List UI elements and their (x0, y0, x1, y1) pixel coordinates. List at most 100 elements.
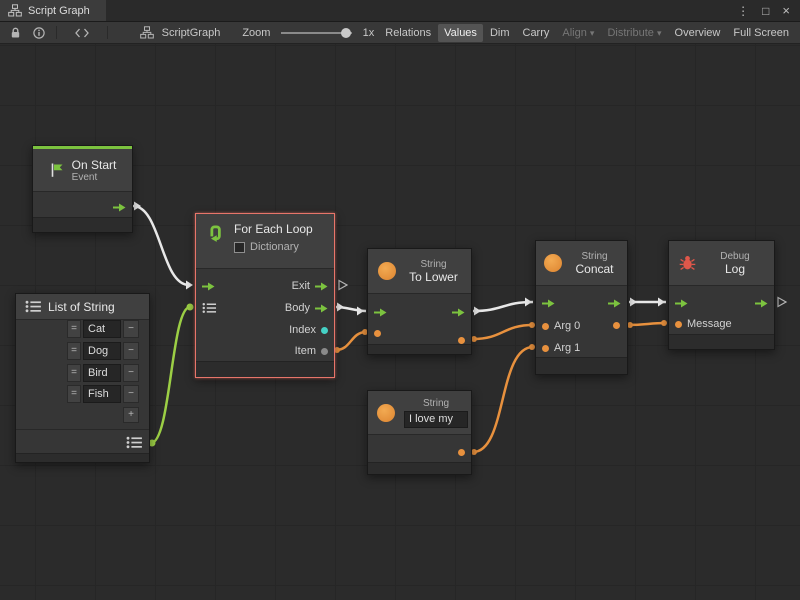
distribute-dropdown[interactable]: Distribute ▾ (601, 24, 667, 42)
node-footer (368, 462, 471, 474)
dictionary-checkbox[interactable] (234, 242, 245, 253)
close-icon[interactable]: × (782, 4, 790, 17)
body-port-label: Body (285, 302, 310, 314)
string-in-port[interactable] (374, 330, 381, 337)
arg0-label: Arg 0 (554, 320, 580, 332)
zoom-slider[interactable] (281, 32, 351, 34)
wire-tolower-to-concat-flow[interactable] (473, 302, 533, 311)
node-debug-log[interactable]: Debug Log Message (668, 240, 775, 350)
value-out-port[interactable] (458, 449, 465, 456)
remove-item-button[interactable]: − (123, 320, 139, 338)
code-icon[interactable] (63, 22, 101, 43)
node-title: For Each Loop (234, 222, 313, 236)
log-unconnected-arrow[interactable] (778, 298, 786, 307)
drag-handle-icon[interactable]: = (67, 364, 81, 382)
exit-flow-out-port[interactable] (315, 282, 328, 291)
string-value-field[interactable] (404, 411, 468, 428)
remove-item-button[interactable]: − (123, 364, 139, 382)
node-for-each-loop[interactable]: For Each Loop Dictionary Exit (195, 213, 335, 378)
maximize-icon[interactable]: □ (762, 5, 769, 17)
wire-concat-to-message[interactable] (629, 323, 665, 325)
node-string-literal[interactable]: String (367, 390, 472, 475)
wire-end-arrow (525, 298, 532, 307)
node-to-lower[interactable]: String To Lower (367, 248, 472, 355)
drag-handle-icon[interactable]: = (67, 320, 81, 338)
flow-in-port[interactable] (675, 299, 688, 308)
node-footer (196, 361, 334, 377)
list-item-field[interactable] (83, 364, 121, 382)
graph-canvas[interactable]: On Start Event (0, 44, 800, 600)
node-concat[interactable]: String Concat Arg 0 (535, 240, 628, 375)
flow-out-port[interactable] (452, 308, 465, 317)
flow-out-port[interactable] (113, 203, 126, 212)
wire-end-arrow (357, 307, 364, 316)
chevron-down-icon: ▾ (657, 28, 662, 38)
flow-in-port[interactable] (542, 299, 555, 308)
message-in-port[interactable] (675, 321, 682, 328)
node-title: Log (706, 262, 764, 276)
node-category: String (404, 398, 468, 409)
align-dropdown[interactable]: Align ▾ (556, 24, 600, 42)
carry-button[interactable]: Carry (517, 24, 556, 42)
list-in-port[interactable] (202, 302, 217, 314)
info-icon[interactable] (28, 22, 50, 43)
arg1-in-port[interactable] (542, 345, 549, 352)
drag-handle-icon[interactable]: = (67, 342, 81, 360)
window-menu-icon[interactable]: ⋮ (737, 5, 749, 17)
title-drag-area[interactable] (106, 0, 737, 21)
wire-literal-to-arg1[interactable] (473, 347, 533, 452)
wire-end-arrow (630, 298, 637, 307)
wire-item-to-tolower[interactable] (336, 332, 366, 350)
dim-button[interactable]: Dim (484, 24, 516, 42)
node-footer (536, 357, 627, 374)
string-icon (377, 404, 395, 422)
lock-icon[interactable] (5, 22, 26, 43)
dictionary-label: Dictionary (250, 241, 299, 253)
node-footer (669, 334, 774, 349)
item-port-label: Item (295, 345, 316, 357)
wire-onstart-to-foreach[interactable] (133, 206, 189, 285)
flow-in-port[interactable] (202, 282, 215, 291)
node-list-of-string[interactable]: List of String = − = − = − = − (15, 293, 150, 463)
remove-item-button[interactable]: − (123, 385, 139, 403)
relations-button[interactable]: Relations (379, 24, 437, 42)
remove-item-button[interactable]: − (123, 342, 139, 360)
wire-end-arrow (658, 298, 665, 307)
add-item-button[interactable]: + (123, 407, 139, 423)
overview-button[interactable]: Overview (669, 24, 727, 42)
index-out-port[interactable] (321, 327, 328, 334)
list-item-field[interactable] (83, 385, 121, 403)
zoom-label: Zoom (239, 27, 273, 39)
full-screen-button[interactable]: Full Screen (727, 24, 795, 42)
exit-port-label: Exit (292, 280, 310, 292)
drag-handle-icon[interactable]: = (67, 385, 81, 403)
wire-list-to-foreach[interactable] (151, 307, 190, 443)
wire-end-dot (661, 320, 667, 326)
script-graph-tab[interactable]: Script Graph (0, 0, 106, 21)
node-on-start[interactable]: On Start Event (32, 145, 133, 233)
unity-script-graph-window: Script Graph ⋮ □ × (0, 0, 800, 600)
flow-in-port[interactable] (374, 308, 387, 317)
arg0-in-port[interactable] (542, 323, 549, 330)
graph-icon (8, 4, 22, 17)
wire-end-arrow (134, 202, 141, 211)
result-out-port[interactable] (613, 322, 620, 329)
list-out-port[interactable] (126, 436, 143, 449)
node-category: String (570, 251, 619, 262)
wire-body-to-tolower[interactable] (336, 307, 366, 311)
result-out-port[interactable] (458, 337, 465, 344)
list-item-field[interactable] (83, 342, 121, 360)
message-label: Message (687, 318, 732, 330)
list-item-field[interactable] (83, 320, 121, 338)
zoom-slider-thumb[interactable] (341, 28, 351, 38)
flow-out-port[interactable] (608, 299, 621, 308)
item-out-port[interactable] (321, 348, 328, 355)
node-category: Debug (706, 251, 764, 262)
flow-out-port[interactable] (755, 299, 768, 308)
node-footer (368, 344, 471, 354)
values-button[interactable]: Values (438, 24, 483, 42)
body-flow-out-port[interactable] (315, 304, 328, 313)
wire-tolower-to-arg0[interactable] (473, 325, 533, 339)
exit-unconnected-arrow[interactable] (339, 281, 347, 290)
chevron-down-icon: ▾ (590, 28, 595, 38)
